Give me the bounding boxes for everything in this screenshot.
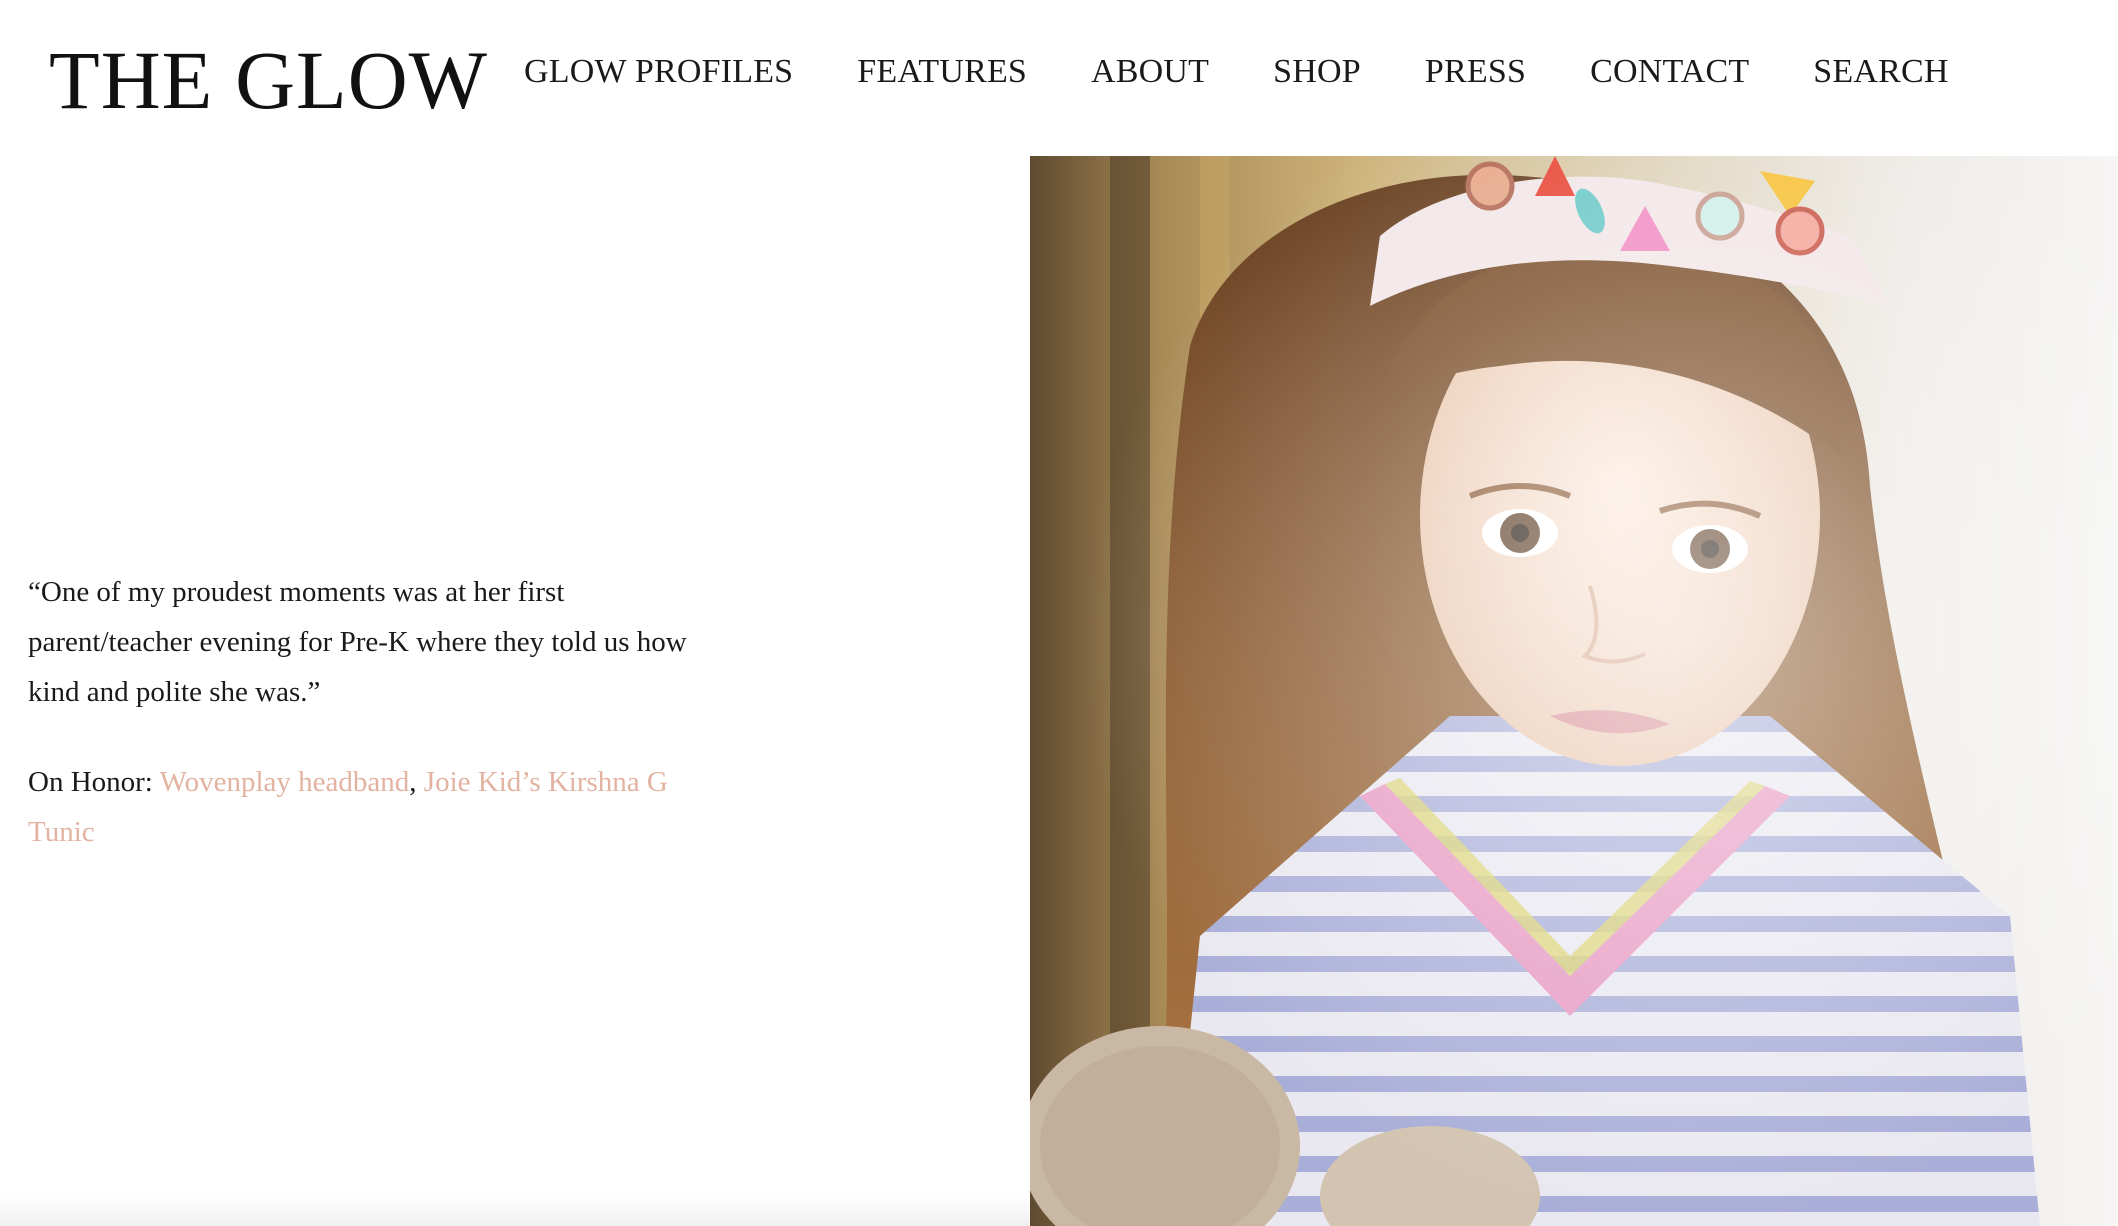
nav-item-glow-profiles[interactable]: GLOW PROFILES	[524, 50, 793, 94]
bottom-shade	[0, 1196, 1030, 1226]
nav-item-press[interactable]: PRESS	[1425, 50, 1526, 94]
article-quote: “One of my proudest moments was at her f…	[28, 576, 687, 708]
credit-separator: ,	[409, 766, 424, 798]
article-credits: On Honor: Wovenplay headband, Joie Kid’s…	[28, 757, 708, 857]
nav-item-shop[interactable]: SHOP	[1273, 50, 1361, 94]
article-main: “One of my proudest moments was at her f…	[0, 156, 2118, 1226]
nav-item-search[interactable]: SEARCH	[1813, 50, 1948, 94]
nav-item-features[interactable]: FEATURES	[857, 50, 1027, 94]
portrait-photo	[1030, 156, 2118, 1226]
nav-item-about[interactable]: ABOUT	[1091, 50, 1209, 94]
nav-item-contact[interactable]: CONTACT	[1590, 50, 1749, 94]
site-logo[interactable]: THE GLOW	[49, 30, 488, 130]
main-nav: GLOW PROFILES FEATURES ABOUT SHOP PRESS …	[524, 50, 1949, 94]
portrait-illustration	[1030, 156, 2118, 1226]
credit-link-headband[interactable]: Wovenplay headband	[160, 766, 410, 798]
site-header: THE GLOW GLOW PROFILES FEATURES ABOUT SH…	[0, 0, 2118, 156]
credits-label: On Honor:	[28, 766, 160, 798]
article-text-column: “One of my proudest moments was at her f…	[28, 156, 728, 1226]
